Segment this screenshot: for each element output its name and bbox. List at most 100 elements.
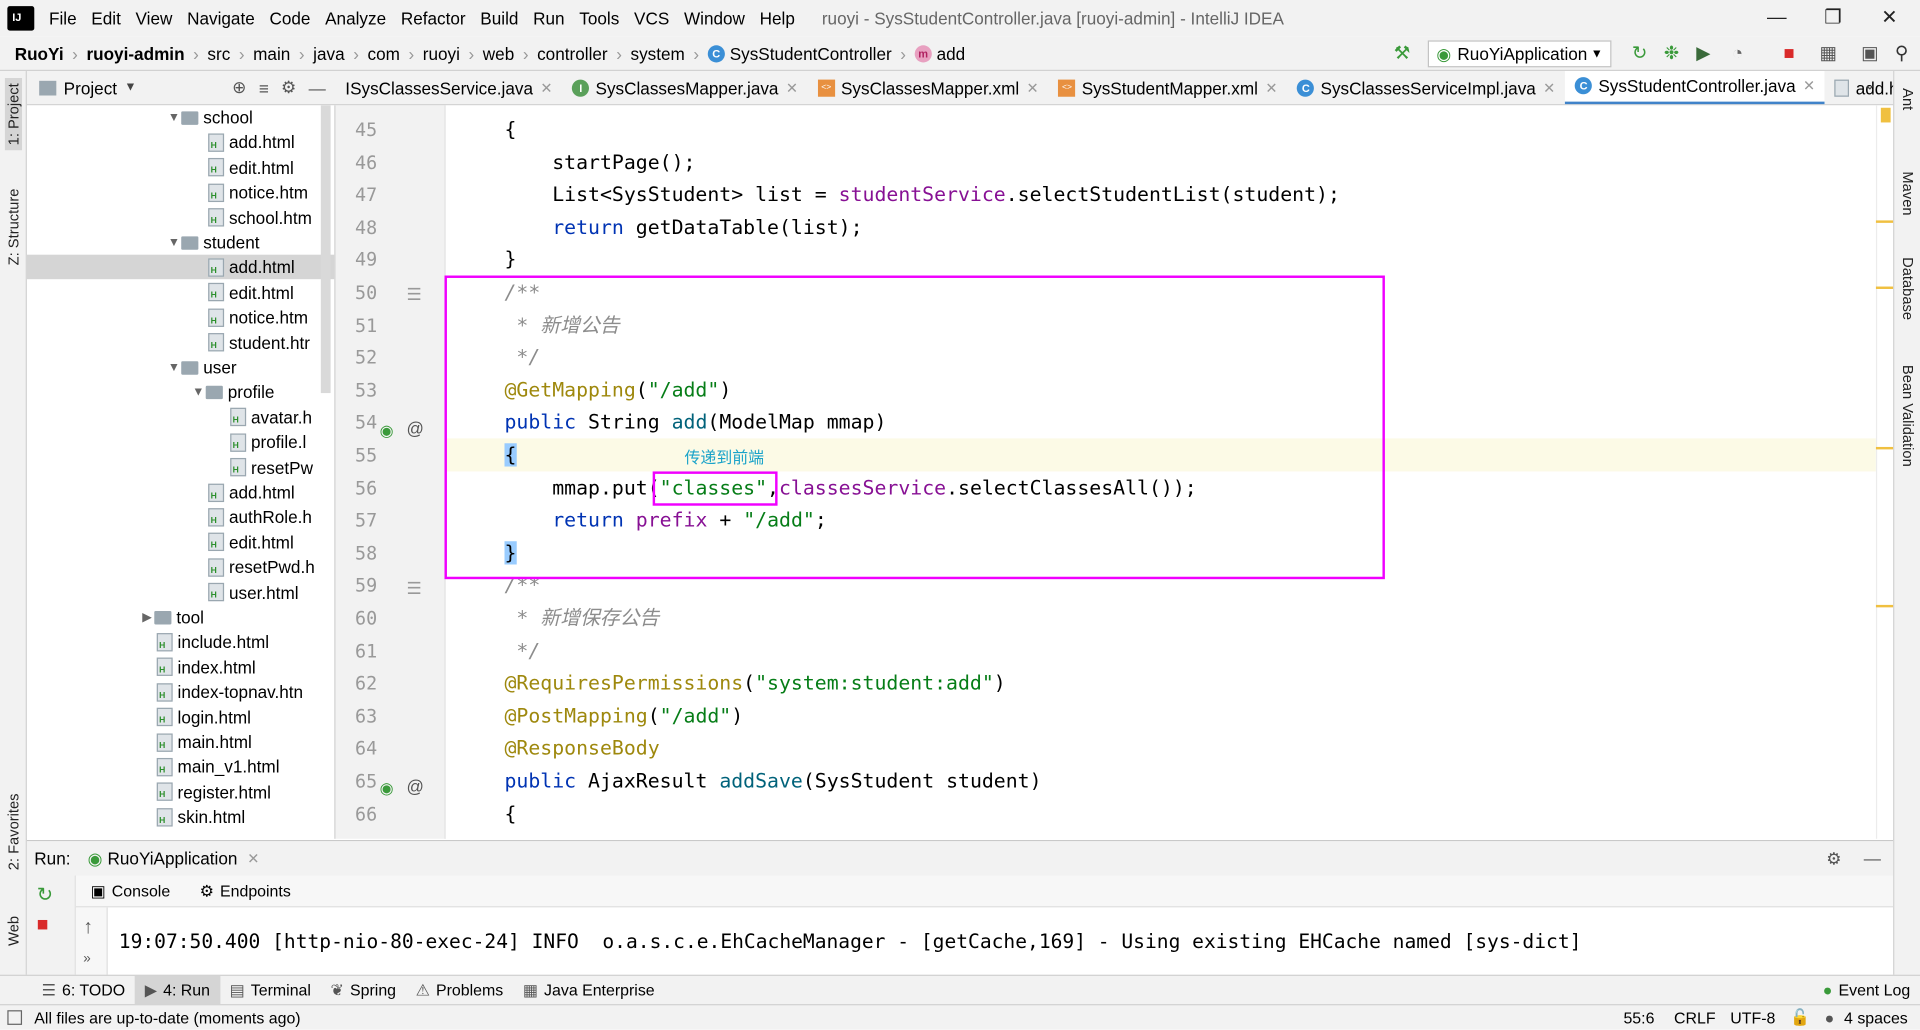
collapsed-arrow-icon[interactable]: ▶ <box>140 610 155 623</box>
javadoc-icon[interactable]: ☰ <box>407 284 422 305</box>
bottom-tab-6-todo[interactable]: ☰ 6: TODO <box>32 975 135 1004</box>
tree-file[interactable]: add.html <box>26 255 335 280</box>
minimize-icon[interactable]: — <box>1749 0 1805 37</box>
run-subtab-console[interactable]: ▣ Console <box>76 881 185 901</box>
close-window-icon[interactable]: ✕ <box>1861 0 1917 37</box>
tree-folder[interactable]: ▼ profile <box>27 380 334 404</box>
breadcrumb-item[interactable]: system <box>626 43 690 63</box>
tree-file[interactable]: login.html <box>27 705 334 729</box>
status-toggle-icon[interactable] <box>7 1010 23 1025</box>
menu-item-code[interactable]: Code <box>262 9 318 29</box>
project-structure-icon[interactable]: ▦ <box>1817 43 1839 65</box>
at-annotation-icon[interactable]: @ <box>407 776 424 796</box>
tool-window-maven[interactable]: Maven <box>1899 171 1916 215</box>
tree-file[interactable]: resetPwd.h <box>27 555 334 579</box>
bottom-tab-event-log[interactable]: ● Event Log <box>1813 975 1920 1004</box>
run-config-tab[interactable]: RuoYiApplication <box>108 849 238 869</box>
coverage-icon[interactable]: ▶ <box>1692 43 1714 65</box>
tab-sysstudentcontroller-java[interactable]: C SysStudentController.java ✕ <box>1565 71 1826 105</box>
menu-item-view[interactable]: View <box>128 9 180 29</box>
menu-item-run[interactable]: Run <box>526 9 572 29</box>
search-icon[interactable]: ⚲ <box>1891 43 1913 65</box>
tree-file[interactable]: avatar.h <box>27 405 334 429</box>
breadcrumb-item[interactable]: web <box>478 43 519 63</box>
locate-icon[interactable]: ⊕ <box>232 77 246 98</box>
file-encoding[interactable]: UTF-8 <box>1730 1008 1775 1026</box>
restore-icon[interactable]: ❐ <box>1805 0 1861 37</box>
breadcrumb-item[interactable]: com <box>363 43 405 63</box>
layout-icon[interactable]: ▣ <box>1859 43 1881 65</box>
scroll-up-icon[interactable]: ↑ <box>83 917 93 939</box>
run-subtab-endpoints[interactable]: ⚙ Endpoints <box>185 881 306 901</box>
tool-window-favorites[interactable]: 2: Favorites <box>5 793 22 870</box>
tree-file[interactable]: student.htr <box>27 330 334 354</box>
tree-file[interactable]: index.html <box>27 655 334 679</box>
tab-list-chevron-icon[interactable]: ⌄ <box>1864 76 1876 93</box>
menu-item-build[interactable]: Build <box>473 9 526 29</box>
tool-window-database[interactable]: Database <box>1899 257 1916 320</box>
tool-window-web[interactable]: Web <box>5 916 22 946</box>
tree-file[interactable]: main.html <box>27 730 334 754</box>
git-icon[interactable]: ● <box>1825 1008 1835 1026</box>
menu-item-analyze[interactable]: Analyze <box>318 9 394 29</box>
stop-icon[interactable]: ■ <box>1778 43 1800 65</box>
tree-file[interactable]: main_v1.html <box>27 755 334 779</box>
menu-item-vcs[interactable]: VCS <box>627 9 677 29</box>
close-tab-icon[interactable]: ✕ <box>1803 77 1815 94</box>
tree-file[interactable]: edit.html <box>27 280 334 304</box>
tab-add-html[interactable]: add.html <box>1825 71 1893 104</box>
breadcrumb-item[interactable]: C SysStudentController <box>703 43 897 63</box>
more-icon[interactable]: » <box>83 951 91 966</box>
close-tab-icon[interactable]: ✕ <box>247 850 259 867</box>
expanded-arrow-icon[interactable]: ▼ <box>191 386 206 399</box>
spring-mapping-icon[interactable]: ◉ <box>380 421 394 441</box>
tree-scrollbar[interactable] <box>320 105 331 394</box>
bottom-tab-spring[interactable]: ❦ Spring <box>321 975 406 1004</box>
breadcrumb-item[interactable]: ruoyi <box>418 43 465 63</box>
spring-mapping-icon[interactable]: ◉ <box>380 779 394 799</box>
tree-folder[interactable]: ▼ school <box>27 105 334 129</box>
tab-isysclassesservice-java[interactable]: ISysClassesService.java ✕ <box>336 71 563 104</box>
tool-window-project[interactable]: 1: Project <box>4 78 23 151</box>
close-tab-icon[interactable]: ✕ <box>786 79 798 96</box>
at-annotation-icon[interactable]: @ <box>407 419 424 439</box>
tree-folder[interactable]: ▼ student <box>27 230 334 254</box>
close-tab-icon[interactable]: ✕ <box>1027 79 1039 96</box>
menu-item-help[interactable]: Help <box>752 9 802 29</box>
breadcrumb-item[interactable]: m add <box>910 43 970 63</box>
tree-file[interactable]: notice.htm <box>27 180 334 204</box>
menu-item-tools[interactable]: Tools <box>572 9 627 29</box>
caret-position[interactable]: 55:6 <box>1623 1008 1654 1026</box>
build-hammer-icon[interactable]: ⚒ <box>1391 43 1413 65</box>
gear-icon[interactable]: ⚙ <box>1826 848 1841 869</box>
hide-panel-icon[interactable]: — <box>309 78 326 98</box>
tab-sysclassesmapper-xml[interactable]: <> SysClassesMapper.xml ✕ <box>808 71 1049 104</box>
inspection-status-icon[interactable] <box>1880 107 1891 123</box>
breadcrumb-item[interactable]: main <box>248 43 295 63</box>
profile-icon[interactable]: ◔ <box>1727 43 1749 65</box>
indent-setting[interactable]: 4 spaces <box>1844 1008 1908 1026</box>
tree-folder[interactable]: ▶ tool <box>27 605 334 629</box>
breadcrumb-item[interactable]: src <box>203 43 236 63</box>
close-tab-icon[interactable]: ✕ <box>540 79 552 96</box>
tool-window-ant[interactable]: Ant <box>1899 88 1916 110</box>
expanded-arrow-icon[interactable]: ▼ <box>167 111 182 124</box>
breadcrumb-item[interactable]: ruoyi-admin <box>82 43 190 63</box>
bottom-tab-4-run[interactable]: ▶ 4: Run <box>134 975 220 1005</box>
tree-file[interactable]: add.html <box>27 130 334 154</box>
tree-file[interactable]: edit.html <box>27 530 334 554</box>
gear-icon[interactable]: ⚙ <box>281 77 296 98</box>
breadcrumb-item[interactable]: controller <box>532 43 612 63</box>
close-tab-icon[interactable]: ✕ <box>1265 79 1277 96</box>
tree-folder[interactable]: ▼ user <box>27 355 334 379</box>
tree-file[interactable]: resetPw <box>27 455 334 479</box>
expanded-arrow-icon[interactable]: ▼ <box>167 236 182 249</box>
tree-file[interactable]: school.htm <box>27 205 334 229</box>
tree-file[interactable]: index-topnav.htn <box>27 680 334 704</box>
debug-icon[interactable]: ❉ <box>1660 43 1682 65</box>
breadcrumb-item[interactable]: RuoYi <box>10 43 69 63</box>
tree-file[interactable]: include.html <box>27 630 334 654</box>
expanded-arrow-icon[interactable]: ▼ <box>167 361 182 374</box>
rerun-icon[interactable]: ↻ <box>37 883 53 907</box>
warning-marker[interactable] <box>1875 604 1894 608</box>
